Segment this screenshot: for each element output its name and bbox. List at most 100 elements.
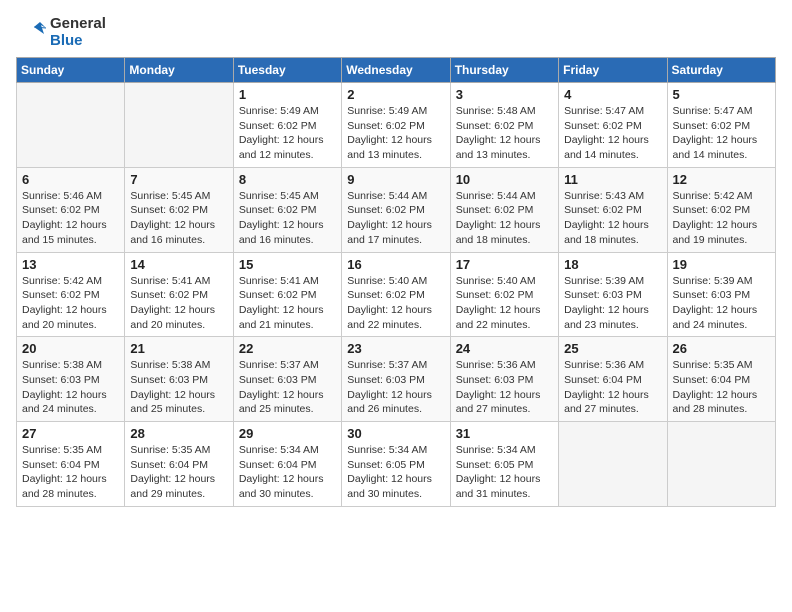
calendar-day-cell: 9 Sunrise: 5:44 AM Sunset: 6:02 PM Daylig… (342, 167, 450, 252)
calendar-day-cell (125, 83, 233, 168)
day-info: Sunrise: 5:35 AM Sunset: 6:04 PM Dayligh… (22, 443, 119, 502)
day-number: 2 (347, 87, 444, 102)
day-number: 24 (456, 341, 553, 356)
calendar-day-cell: 1 Sunrise: 5:49 AM Sunset: 6:02 PM Daylig… (233, 83, 341, 168)
calendar-day-cell: 27 Sunrise: 5:35 AM Sunset: 6:04 PM Dayli… (17, 422, 125, 507)
day-number: 29 (239, 426, 336, 441)
day-number: 14 (130, 257, 227, 272)
calendar-day-cell: 12 Sunrise: 5:42 AM Sunset: 6:02 PM Dayli… (667, 167, 775, 252)
calendar-day-cell: 29 Sunrise: 5:34 AM Sunset: 6:04 PM Dayli… (233, 422, 341, 507)
calendar-day-cell: 30 Sunrise: 5:34 AM Sunset: 6:05 PM Dayli… (342, 422, 450, 507)
day-number: 30 (347, 426, 444, 441)
day-number: 6 (22, 172, 119, 187)
day-number: 13 (22, 257, 119, 272)
day-info: Sunrise: 5:35 AM Sunset: 6:04 PM Dayligh… (673, 358, 770, 417)
calendar-day-cell: 28 Sunrise: 5:35 AM Sunset: 6:04 PM Dayli… (125, 422, 233, 507)
calendar-day-cell (17, 83, 125, 168)
calendar-day-cell: 17Sunrise: 5:40 AM Sunset: 6:02 PM Dayli… (450, 252, 558, 337)
calendar-day-cell: 3 Sunrise: 5:48 AM Sunset: 6:02 PM Daylig… (450, 83, 558, 168)
day-number: 16 (347, 257, 444, 272)
logo-bird-icon (16, 18, 46, 48)
day-info: Sunrise: 5:41 AM Sunset: 6:02 PM Dayligh… (130, 274, 227, 333)
day-number: 28 (130, 426, 227, 441)
day-number: 12 (673, 172, 770, 187)
day-number: 26 (673, 341, 770, 356)
calendar-day-cell (559, 422, 667, 507)
day-info: Sunrise: 5:38 AM Sunset: 6:03 PM Dayligh… (130, 358, 227, 417)
day-info: Sunrise: 5:39 AM Sunset: 6:03 PM Dayligh… (564, 274, 661, 333)
day-number: 11 (564, 172, 661, 187)
logo-text: General Blue (50, 16, 106, 49)
day-info: Sunrise: 5:45 AM Sunset: 6:02 PM Dayligh… (239, 189, 336, 248)
day-info: Sunrise: 5:34 AM Sunset: 6:05 PM Dayligh… (347, 443, 444, 502)
day-info: Sunrise: 5:36 AM Sunset: 6:04 PM Dayligh… (564, 358, 661, 417)
day-info: Sunrise: 5:36 AM Sunset: 6:03 PM Dayligh… (456, 358, 553, 417)
day-info: Sunrise: 5:49 AM Sunset: 6:02 PM Dayligh… (347, 104, 444, 163)
calendar-day-cell: 18 Sunrise: 5:39 AM Sunset: 6:03 PM Dayli… (559, 252, 667, 337)
day-info: Sunrise: 5:40 AM Sunset: 6:02 PM Dayligh… (456, 274, 553, 333)
calendar-week-row: 1 Sunrise: 5:49 AM Sunset: 6:02 PM Daylig… (17, 83, 776, 168)
weekday-header: Sunday (17, 58, 125, 83)
day-number: 4 (564, 87, 661, 102)
day-number: 5 (673, 87, 770, 102)
day-info: Sunrise: 5:42 AM Sunset: 6:02 PM Dayligh… (673, 189, 770, 248)
calendar-day-cell: 13Sunrise: 5:42 AM Sunset: 6:02 PM Dayli… (17, 252, 125, 337)
day-info: Sunrise: 5:47 AM Sunset: 6:02 PM Dayligh… (673, 104, 770, 163)
weekday-header-row: SundayMondayTuesdayWednesdayThursdayFrid… (17, 58, 776, 83)
day-info: Sunrise: 5:44 AM Sunset: 6:02 PM Dayligh… (456, 189, 553, 248)
day-number: 31 (456, 426, 553, 441)
day-number: 23 (347, 341, 444, 356)
calendar-day-cell: 6 Sunrise: 5:46 AM Sunset: 6:02 PM Daylig… (17, 167, 125, 252)
calendar-day-cell: 22Sunrise: 5:37 AM Sunset: 6:03 PM Dayli… (233, 337, 341, 422)
day-info: Sunrise: 5:44 AM Sunset: 6:02 PM Dayligh… (347, 189, 444, 248)
day-number: 15 (239, 257, 336, 272)
day-info: Sunrise: 5:49 AM Sunset: 6:02 PM Dayligh… (239, 104, 336, 163)
calendar-day-cell: 31Sunrise: 5:34 AM Sunset: 6:05 PM Dayli… (450, 422, 558, 507)
logo: General Blue (16, 16, 106, 49)
day-number: 21 (130, 341, 227, 356)
calendar-day-cell: 11Sunrise: 5:43 AM Sunset: 6:02 PM Dayli… (559, 167, 667, 252)
day-number: 9 (347, 172, 444, 187)
calendar-day-cell: 8 Sunrise: 5:45 AM Sunset: 6:02 PM Daylig… (233, 167, 341, 252)
day-number: 3 (456, 87, 553, 102)
calendar-day-cell (667, 422, 775, 507)
page-header: General Blue (16, 16, 776, 49)
calendar-week-row: 6 Sunrise: 5:46 AM Sunset: 6:02 PM Daylig… (17, 167, 776, 252)
day-info: Sunrise: 5:39 AM Sunset: 6:03 PM Dayligh… (673, 274, 770, 333)
day-info: Sunrise: 5:35 AM Sunset: 6:04 PM Dayligh… (130, 443, 227, 502)
calendar-week-row: 20 Sunrise: 5:38 AM Sunset: 6:03 PM Dayli… (17, 337, 776, 422)
calendar-day-cell: 19 Sunrise: 5:39 AM Sunset: 6:03 PM Dayli… (667, 252, 775, 337)
day-info: Sunrise: 5:41 AM Sunset: 6:02 PM Dayligh… (239, 274, 336, 333)
calendar-day-cell: 14 Sunrise: 5:41 AM Sunset: 6:02 PM Dayli… (125, 252, 233, 337)
day-number: 25 (564, 341, 661, 356)
calendar-day-cell: 20Sunrise: 5:38 AM Sunset: 6:03 PM Dayli… (17, 337, 125, 422)
calendar-day-cell: 24 Sunrise: 5:36 AM Sunset: 6:03 PM Dayli… (450, 337, 558, 422)
calendar-day-cell: 15 Sunrise: 5:41 AM Sunset: 6:02 PM Dayli… (233, 252, 341, 337)
day-info: Sunrise: 5:45 AM Sunset: 6:02 PM Dayligh… (130, 189, 227, 248)
weekday-header: Friday (559, 58, 667, 83)
calendar-table: SundayMondayTuesdayWednesdayThursdayFrid… (16, 57, 776, 507)
day-number: 10 (456, 172, 553, 187)
day-number: 27 (22, 426, 119, 441)
day-number: 7 (130, 172, 227, 187)
calendar-day-cell: 4Sunrise: 5:47 AM Sunset: 6:02 PM Daylig… (559, 83, 667, 168)
day-number: 1 (239, 87, 336, 102)
calendar-day-cell: 25 Sunrise: 5:36 AM Sunset: 6:04 PM Dayli… (559, 337, 667, 422)
calendar-day-cell: 2 Sunrise: 5:49 AM Sunset: 6:02 PM Daylig… (342, 83, 450, 168)
day-number: 22 (239, 341, 336, 356)
weekday-header: Monday (125, 58, 233, 83)
weekday-header: Wednesday (342, 58, 450, 83)
day-number: 20 (22, 341, 119, 356)
day-info: Sunrise: 5:34 AM Sunset: 6:04 PM Dayligh… (239, 443, 336, 502)
day-number: 8 (239, 172, 336, 187)
calendar-day-cell: 10 Sunrise: 5:44 AM Sunset: 6:02 PM Dayli… (450, 167, 558, 252)
day-info: Sunrise: 5:46 AM Sunset: 6:02 PM Dayligh… (22, 189, 119, 248)
calendar-day-cell: 5 Sunrise: 5:47 AM Sunset: 6:02 PM Daylig… (667, 83, 775, 168)
weekday-header: Tuesday (233, 58, 341, 83)
calendar-day-cell: 7 Sunrise: 5:45 AM Sunset: 6:02 PM Daylig… (125, 167, 233, 252)
day-number: 18 (564, 257, 661, 272)
day-number: 19 (673, 257, 770, 272)
logo: General Blue (16, 16, 106, 49)
weekday-header: Saturday (667, 58, 775, 83)
day-info: Sunrise: 5:48 AM Sunset: 6:02 PM Dayligh… (456, 104, 553, 163)
